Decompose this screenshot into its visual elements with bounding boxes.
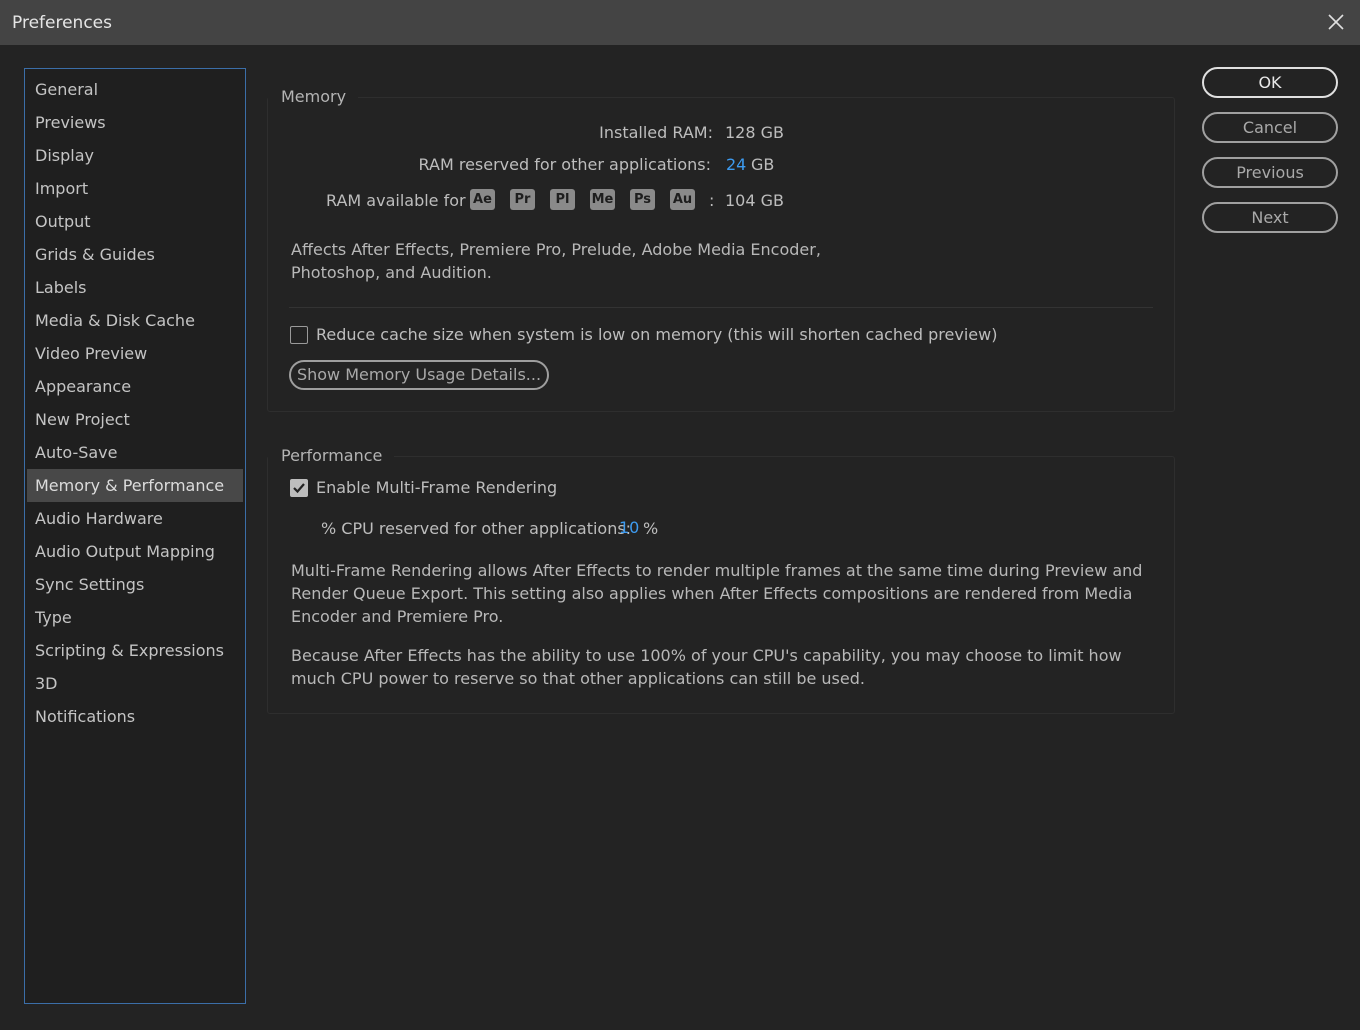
preferences-category-list: General Previews Display Import Output G… [24, 68, 246, 1004]
ram-available-label: RAM available for [326, 191, 466, 210]
cpu-reserved-label: % CPU reserved for other applications: [321, 519, 632, 538]
sidebar-item-scripting-expressions[interactable]: Scripting & Expressions [27, 634, 243, 667]
cpu-description: Because After Effects has the ability to… [291, 646, 1122, 688]
audition-icon: Au [670, 189, 695, 210]
multi-frame-rendering-label: Enable Multi-Frame Rendering [316, 478, 558, 497]
media-encoder-icon: Me [590, 189, 615, 210]
sidebar-item-3d[interactable]: 3D [27, 667, 243, 700]
premiere-pro-icon: Pr [510, 189, 535, 210]
sidebar-item-grids-guides[interactable]: Grids & Guides [27, 238, 243, 271]
affects-description: Affects After Effects, Premiere Pro, Pre… [291, 240, 821, 282]
cpu-reserved-unit: % [643, 519, 659, 538]
next-button[interactable]: Next [1202, 202, 1338, 233]
sidebar-item-media-disk-cache[interactable]: Media & Disk Cache [27, 304, 243, 337]
multi-frame-rendering-checkbox[interactable] [290, 479, 308, 497]
ram-reserved-unit: GB [751, 155, 775, 174]
close-icon[interactable] [1326, 12, 1346, 32]
sidebar-item-output[interactable]: Output [27, 205, 243, 238]
reduce-cache-checkbox[interactable] [290, 326, 308, 344]
ram-available-value: 104 GB [725, 191, 784, 210]
sidebar-item-labels[interactable]: Labels [27, 271, 243, 304]
cancel-button[interactable]: Cancel [1202, 112, 1338, 143]
prelude-icon: Pl [550, 189, 575, 210]
sidebar-item-audio-hardware[interactable]: Audio Hardware [27, 502, 243, 535]
memory-group-label: Memory [268, 87, 359, 106]
photoshop-icon: Ps [630, 189, 655, 210]
sidebar-item-video-preview[interactable]: Video Preview [27, 337, 243, 370]
installed-ram-value: 128 GB [725, 123, 784, 142]
sidebar-item-appearance[interactable]: Appearance [27, 370, 243, 403]
show-memory-usage-details-button[interactable]: Show Memory Usage Details... [289, 360, 549, 390]
mfr-description: Multi-Frame Rendering allows After Effec… [291, 561, 1143, 626]
ram-reserved-input[interactable]: 24 [726, 155, 746, 174]
sidebar-item-sync-settings[interactable]: Sync Settings [27, 568, 243, 601]
sidebar-item-auto-save[interactable]: Auto-Save [27, 436, 243, 469]
title-bar: Preferences [0, 0, 1360, 45]
installed-ram-label: Installed RAM: [599, 123, 713, 142]
after-effects-icon: Ae [470, 189, 495, 210]
sidebar-item-new-project[interactable]: New Project [27, 403, 243, 436]
memory-divider [289, 307, 1153, 308]
reduce-cache-label: Reduce cache size when system is low on … [316, 325, 998, 344]
sidebar-item-notifications[interactable]: Notifications [27, 700, 243, 733]
checkmark-icon [293, 483, 305, 494]
cpu-reserved-input[interactable]: 10 [619, 518, 639, 537]
app-badges: Ae Pr Pl Me Ps Au [470, 189, 710, 210]
ok-button[interactable]: OK [1202, 67, 1338, 98]
ram-available-separator: : [709, 191, 715, 210]
ram-reserved-label: RAM reserved for other applications: [418, 155, 711, 174]
sidebar-item-audio-output-mapping[interactable]: Audio Output Mapping [27, 535, 243, 568]
performance-group-label: Performance [268, 446, 395, 465]
sidebar-item-previews[interactable]: Previews [27, 106, 243, 139]
sidebar-item-general[interactable]: General [27, 73, 243, 106]
sidebar-item-display[interactable]: Display [27, 139, 243, 172]
sidebar-item-type[interactable]: Type [27, 601, 243, 634]
sidebar-item-memory-performance[interactable]: Memory & Performance [27, 469, 243, 502]
sidebar-item-import[interactable]: Import [27, 172, 243, 205]
previous-button[interactable]: Previous [1202, 157, 1338, 188]
window-title: Preferences [12, 13, 112, 33]
